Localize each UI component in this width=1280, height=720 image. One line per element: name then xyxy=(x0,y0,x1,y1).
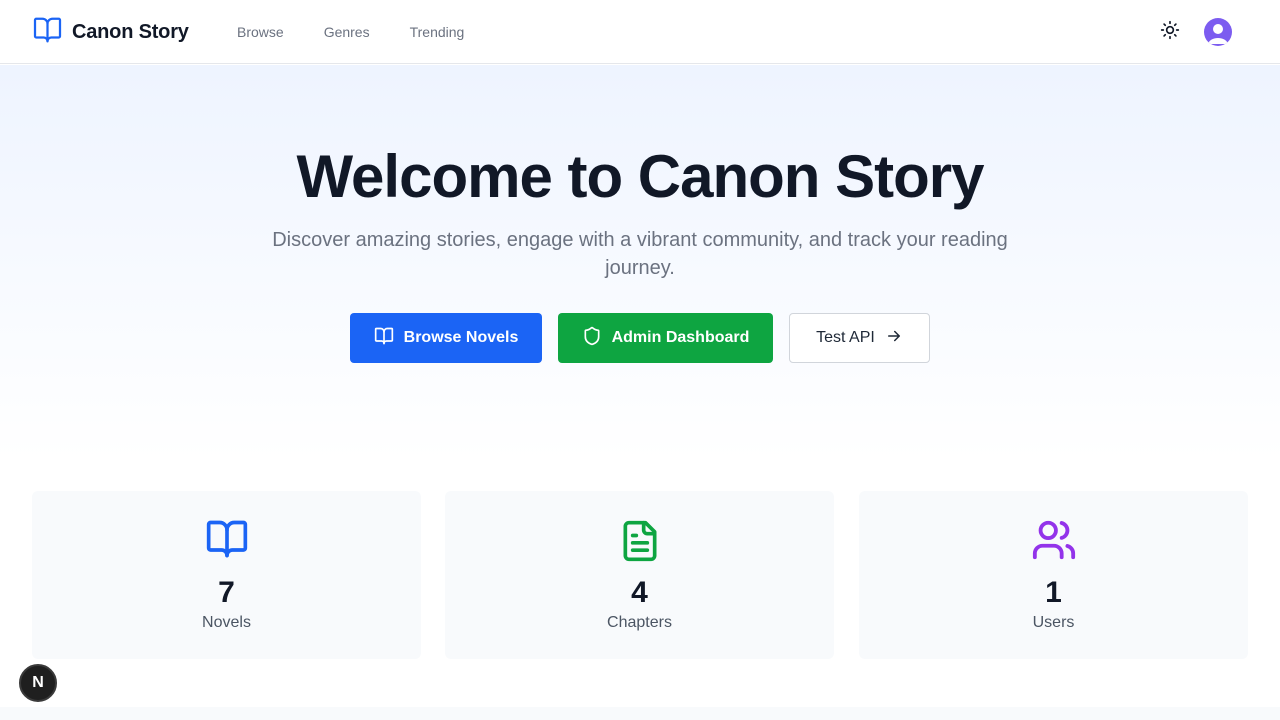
user-icon xyxy=(1208,24,1228,44)
brand-name: Canon Story xyxy=(72,20,189,43)
stat-label: Users xyxy=(1032,614,1075,631)
shield-icon xyxy=(582,326,602,351)
test-api-button[interactable]: Test API xyxy=(789,313,930,363)
hero-title: Welcome to Canon Story xyxy=(296,143,985,210)
nav-genres[interactable]: Genres xyxy=(324,22,370,42)
user-avatar[interactable] xyxy=(1204,18,1232,46)
top-navbar: Canon Story Browse Genres Trending xyxy=(0,0,1280,64)
nav-trending[interactable]: Trending xyxy=(410,22,465,42)
stat-value: 7 xyxy=(218,576,235,609)
arrow-right-icon xyxy=(885,327,903,350)
book-open-icon xyxy=(32,517,421,561)
stat-card-novels: 7 Novels xyxy=(32,491,421,659)
stat-value: 4 xyxy=(631,576,648,609)
stat-card-chapters: 4 Chapters xyxy=(445,491,834,659)
next-section-band xyxy=(0,707,1280,720)
admin-dashboard-label: Admin Dashboard xyxy=(611,329,750,346)
file-text-icon xyxy=(445,517,834,565)
stat-card-users: 1 Users xyxy=(859,491,1248,659)
stat-value: 1 xyxy=(1045,576,1062,609)
admin-dashboard-button[interactable]: Admin Dashboard xyxy=(558,313,773,363)
nav-browse[interactable]: Browse xyxy=(237,22,284,42)
stat-label: Chapters xyxy=(607,614,672,631)
theme-toggle-button[interactable] xyxy=(1158,20,1182,44)
test-api-label: Test API xyxy=(816,329,875,346)
stat-label: Novels xyxy=(202,614,251,631)
dev-tools-badge[interactable]: N xyxy=(19,664,57,702)
book-logo-icon xyxy=(32,15,63,50)
main-nav: Browse Genres Trending xyxy=(237,22,464,42)
users-icon xyxy=(859,517,1248,563)
browse-novels-button[interactable]: Browse Novels xyxy=(350,313,542,363)
brand-link[interactable]: Canon Story xyxy=(32,16,189,48)
hero-subtitle: Discover amazing stories, engage with a … xyxy=(272,229,1008,279)
sun-icon xyxy=(1160,20,1180,45)
book-open-icon xyxy=(374,326,394,351)
browse-novels-label: Browse Novels xyxy=(403,329,519,346)
